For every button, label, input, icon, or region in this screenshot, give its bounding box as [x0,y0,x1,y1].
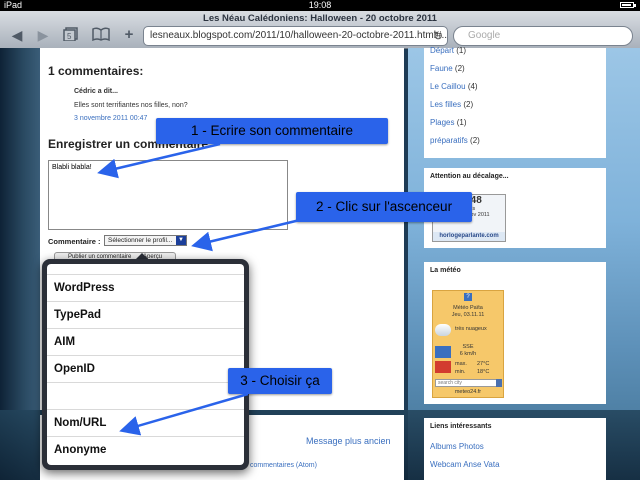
arrow-step-1 [97,142,221,179]
arrow-step-3 [119,392,249,436]
callout-arrows [97,142,301,436]
arrow-step-2 [191,218,301,252]
